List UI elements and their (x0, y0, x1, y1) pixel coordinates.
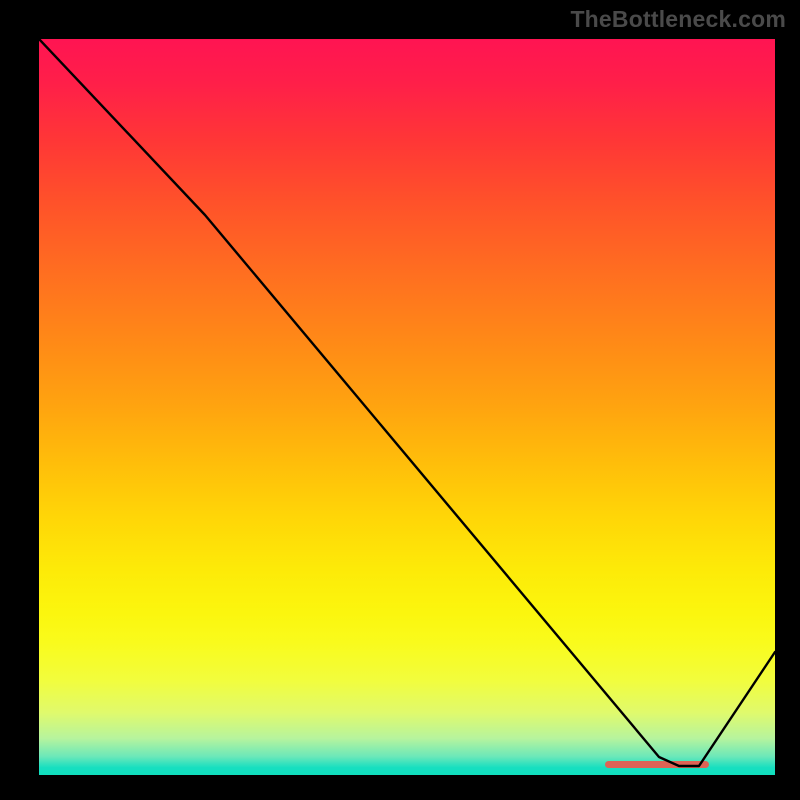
chart-frame: TheBottleneck.com (0, 0, 800, 800)
plot-area (35, 35, 779, 779)
curve-line (39, 39, 775, 775)
plot-inner (39, 39, 775, 775)
curve-path (39, 39, 775, 766)
watermark-label: TheBottleneck.com (570, 6, 786, 33)
